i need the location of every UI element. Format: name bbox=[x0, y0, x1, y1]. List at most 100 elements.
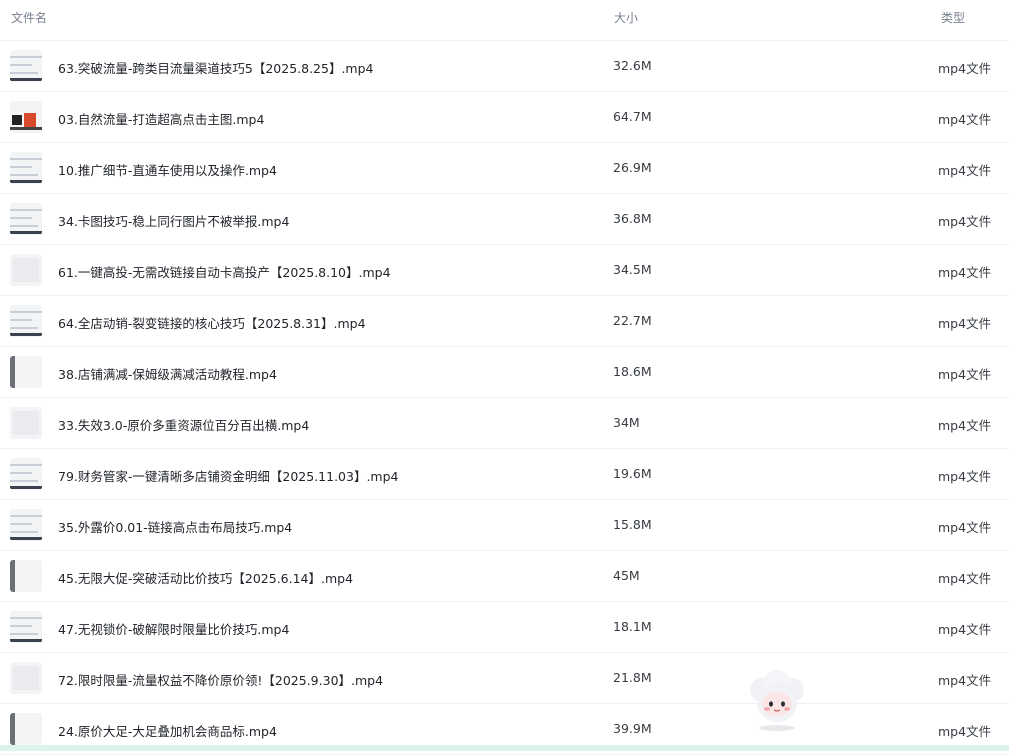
file-size: 26.9M bbox=[613, 160, 652, 175]
file-type: mp4文件 bbox=[938, 316, 992, 331]
file-size: 39.9M bbox=[613, 721, 652, 736]
file-type: mp4文件 bbox=[938, 724, 992, 739]
thumbnail-shape bbox=[10, 639, 42, 642]
header-size[interactable]: 大小 bbox=[614, 9, 638, 26]
file-row[interactable]: 10.推广细节-直通车使用以及操作.mp4 26.9M mp4文件 bbox=[0, 143, 1009, 194]
file-row[interactable]: 38.店铺满减-保姆级满减活动教程.mp4 18.6M mp4文件 bbox=[0, 347, 1009, 398]
thumbnail-shape bbox=[10, 209, 42, 211]
file-type: mp4文件 bbox=[938, 418, 992, 433]
thumbnail-shape bbox=[10, 333, 42, 336]
file-name[interactable]: 38.店铺满减-保姆级满减活动教程.mp4 bbox=[58, 364, 277, 383]
thumbnail-shape bbox=[10, 617, 42, 619]
file-row[interactable]: 63.突破流量-跨类目流量渠道技巧5【2025.8.25】.mp4 32.6M … bbox=[0, 41, 1009, 92]
thumbnail-shape bbox=[10, 180, 42, 183]
bottom-strip bbox=[0, 745, 1009, 751]
file-row[interactable]: 34.卡图技巧-稳上同行图片不被举报.mp4 36.8M mp4文件 bbox=[0, 194, 1009, 245]
file-type: mp4文件 bbox=[938, 61, 992, 76]
file-name[interactable]: 61.一键高投-无需改链接自动卡高投产【2025.8.10】.mp4 bbox=[58, 262, 391, 281]
thumbnail-shape bbox=[13, 258, 39, 282]
file-row[interactable]: 03.自然流量-打造超高点击主图.mp4 64.7M mp4文件 bbox=[0, 92, 1009, 143]
video-thumbnail bbox=[10, 356, 42, 388]
file-row[interactable]: 64.全店动销-裂变链接的核心技巧【2025.8.31】.mp4 22.7M m… bbox=[0, 296, 1009, 347]
table-header: 文件名 大小 类型 bbox=[0, 0, 1009, 41]
thumbnail-shape bbox=[10, 515, 42, 517]
video-thumbnail bbox=[10, 560, 42, 592]
file-row[interactable]: 79.财务管家-一键清晰多店铺资金明细【2025.11.03】.mp4 19.6… bbox=[0, 449, 1009, 500]
file-row[interactable]: 47.无视锁价-破解限时限量比价技巧.mp4 18.1M mp4文件 bbox=[0, 602, 1009, 653]
file-row[interactable]: 35.外露价0.01-链接高点击布局技巧.mp4 15.8M mp4文件 bbox=[0, 500, 1009, 551]
file-name[interactable]: 72.限时限量-流量权益不降价原价领!【2025.9.30】.mp4 bbox=[58, 670, 383, 689]
file-name[interactable]: 33.失效3.0-原价多重资源位百分百出横.mp4 bbox=[58, 415, 309, 434]
file-type: mp4文件 bbox=[938, 265, 992, 280]
file-row[interactable]: 45.无限大促-突破活动比价技巧【2025.6.14】.mp4 45M mp4文… bbox=[0, 551, 1009, 602]
file-name[interactable]: 24.原价大足-大足叠加机会商品标.mp4 bbox=[58, 721, 277, 740]
thumbnail-shape bbox=[10, 356, 15, 388]
thumbnail-shape bbox=[10, 327, 38, 329]
thumbnail-shape bbox=[10, 174, 38, 176]
thumbnail-shape bbox=[10, 166, 32, 168]
video-thumbnail bbox=[10, 509, 42, 541]
video-thumbnail bbox=[10, 203, 42, 235]
file-name[interactable]: 34.卡图技巧-稳上同行图片不被举报.mp4 bbox=[58, 211, 289, 230]
file-row[interactable]: 33.失效3.0-原价多重资源位百分百出横.mp4 34M mp4文件 bbox=[0, 398, 1009, 449]
thumbnail-shape bbox=[10, 472, 32, 474]
file-type: mp4文件 bbox=[938, 622, 992, 637]
file-name[interactable]: 64.全店动销-裂变链接的核心技巧【2025.8.31】.mp4 bbox=[58, 313, 366, 332]
file-size: 18.1M bbox=[613, 619, 652, 634]
file-row[interactable]: 61.一键高投-无需改链接自动卡高投产【2025.8.10】.mp4 34.5M… bbox=[0, 245, 1009, 296]
file-type: mp4文件 bbox=[938, 673, 992, 688]
file-size: 15.8M bbox=[613, 517, 652, 532]
thumbnail-shape bbox=[24, 113, 36, 127]
file-type: mp4文件 bbox=[938, 469, 992, 484]
file-size: 64.7M bbox=[613, 109, 652, 124]
file-name[interactable]: 47.无视锁价-破解限时限量比价技巧.mp4 bbox=[58, 619, 289, 638]
file-name[interactable]: 79.财务管家-一键清晰多店铺资金明细【2025.11.03】.mp4 bbox=[58, 466, 399, 485]
thumbnail-shape bbox=[10, 231, 42, 234]
thumbnail-shape bbox=[10, 480, 38, 482]
thumbnail-shape bbox=[10, 311, 42, 313]
file-name[interactable]: 10.推广细节-直通车使用以及操作.mp4 bbox=[58, 160, 277, 179]
file-list: 63.突破流量-跨类目流量渠道技巧5【2025.8.25】.mp4 32.6M … bbox=[0, 41, 1009, 755]
thumbnail-shape bbox=[10, 625, 32, 627]
file-type: mp4文件 bbox=[938, 367, 992, 382]
thumbnail-shape bbox=[10, 127, 42, 130]
file-size: 32.6M bbox=[613, 58, 652, 73]
thumbnail-shape bbox=[10, 217, 32, 219]
thumbnail-shape bbox=[10, 64, 32, 66]
video-thumbnail bbox=[10, 458, 42, 490]
file-row[interactable]: 72.限时限量-流量权益不降价原价领!【2025.9.30】.mp4 21.8M… bbox=[0, 653, 1009, 704]
file-type: mp4文件 bbox=[938, 163, 992, 178]
file-table: 文件名 大小 类型 63.突破流量-跨类目流量渠道技巧5【2025.8.25】.… bbox=[0, 0, 1009, 755]
file-size: 34M bbox=[613, 415, 640, 430]
file-size: 21.8M bbox=[613, 670, 652, 685]
thumbnail-shape bbox=[10, 158, 42, 160]
header-type[interactable]: 类型 bbox=[941, 9, 965, 26]
thumbnail-shape bbox=[10, 486, 42, 489]
file-name[interactable]: 03.自然流量-打造超高点击主图.mp4 bbox=[58, 109, 264, 128]
file-size: 34.5M bbox=[613, 262, 652, 277]
file-size: 36.8M bbox=[613, 211, 652, 226]
file-size: 19.6M bbox=[613, 466, 652, 481]
thumbnail-shape bbox=[10, 523, 32, 525]
file-type: mp4文件 bbox=[938, 112, 992, 127]
thumbnail-shape bbox=[12, 115, 22, 125]
file-size: 22.7M bbox=[613, 313, 652, 328]
video-thumbnail bbox=[10, 611, 42, 643]
file-size: 18.6M bbox=[613, 364, 652, 379]
file-name[interactable]: 35.外露价0.01-链接高点击布局技巧.mp4 bbox=[58, 517, 292, 536]
thumbnail-shape bbox=[10, 72, 38, 74]
thumbnail-shape bbox=[10, 633, 38, 635]
file-size: 45M bbox=[613, 568, 640, 583]
assistant-mascot-icon[interactable] bbox=[742, 668, 812, 732]
header-name[interactable]: 文件名 bbox=[11, 9, 47, 26]
file-name[interactable]: 45.无限大促-突破活动比价技巧【2025.6.14】.mp4 bbox=[58, 568, 353, 587]
file-name[interactable]: 63.突破流量-跨类目流量渠道技巧5【2025.8.25】.mp4 bbox=[58, 58, 374, 77]
video-thumbnail bbox=[10, 305, 42, 337]
video-thumbnail bbox=[10, 152, 42, 184]
thumbnail-shape bbox=[13, 666, 39, 690]
video-thumbnail bbox=[10, 662, 42, 694]
video-thumbnail bbox=[10, 713, 42, 745]
thumbnail-shape bbox=[10, 56, 42, 58]
thumbnail-shape bbox=[10, 560, 15, 592]
file-type: mp4文件 bbox=[938, 520, 992, 535]
